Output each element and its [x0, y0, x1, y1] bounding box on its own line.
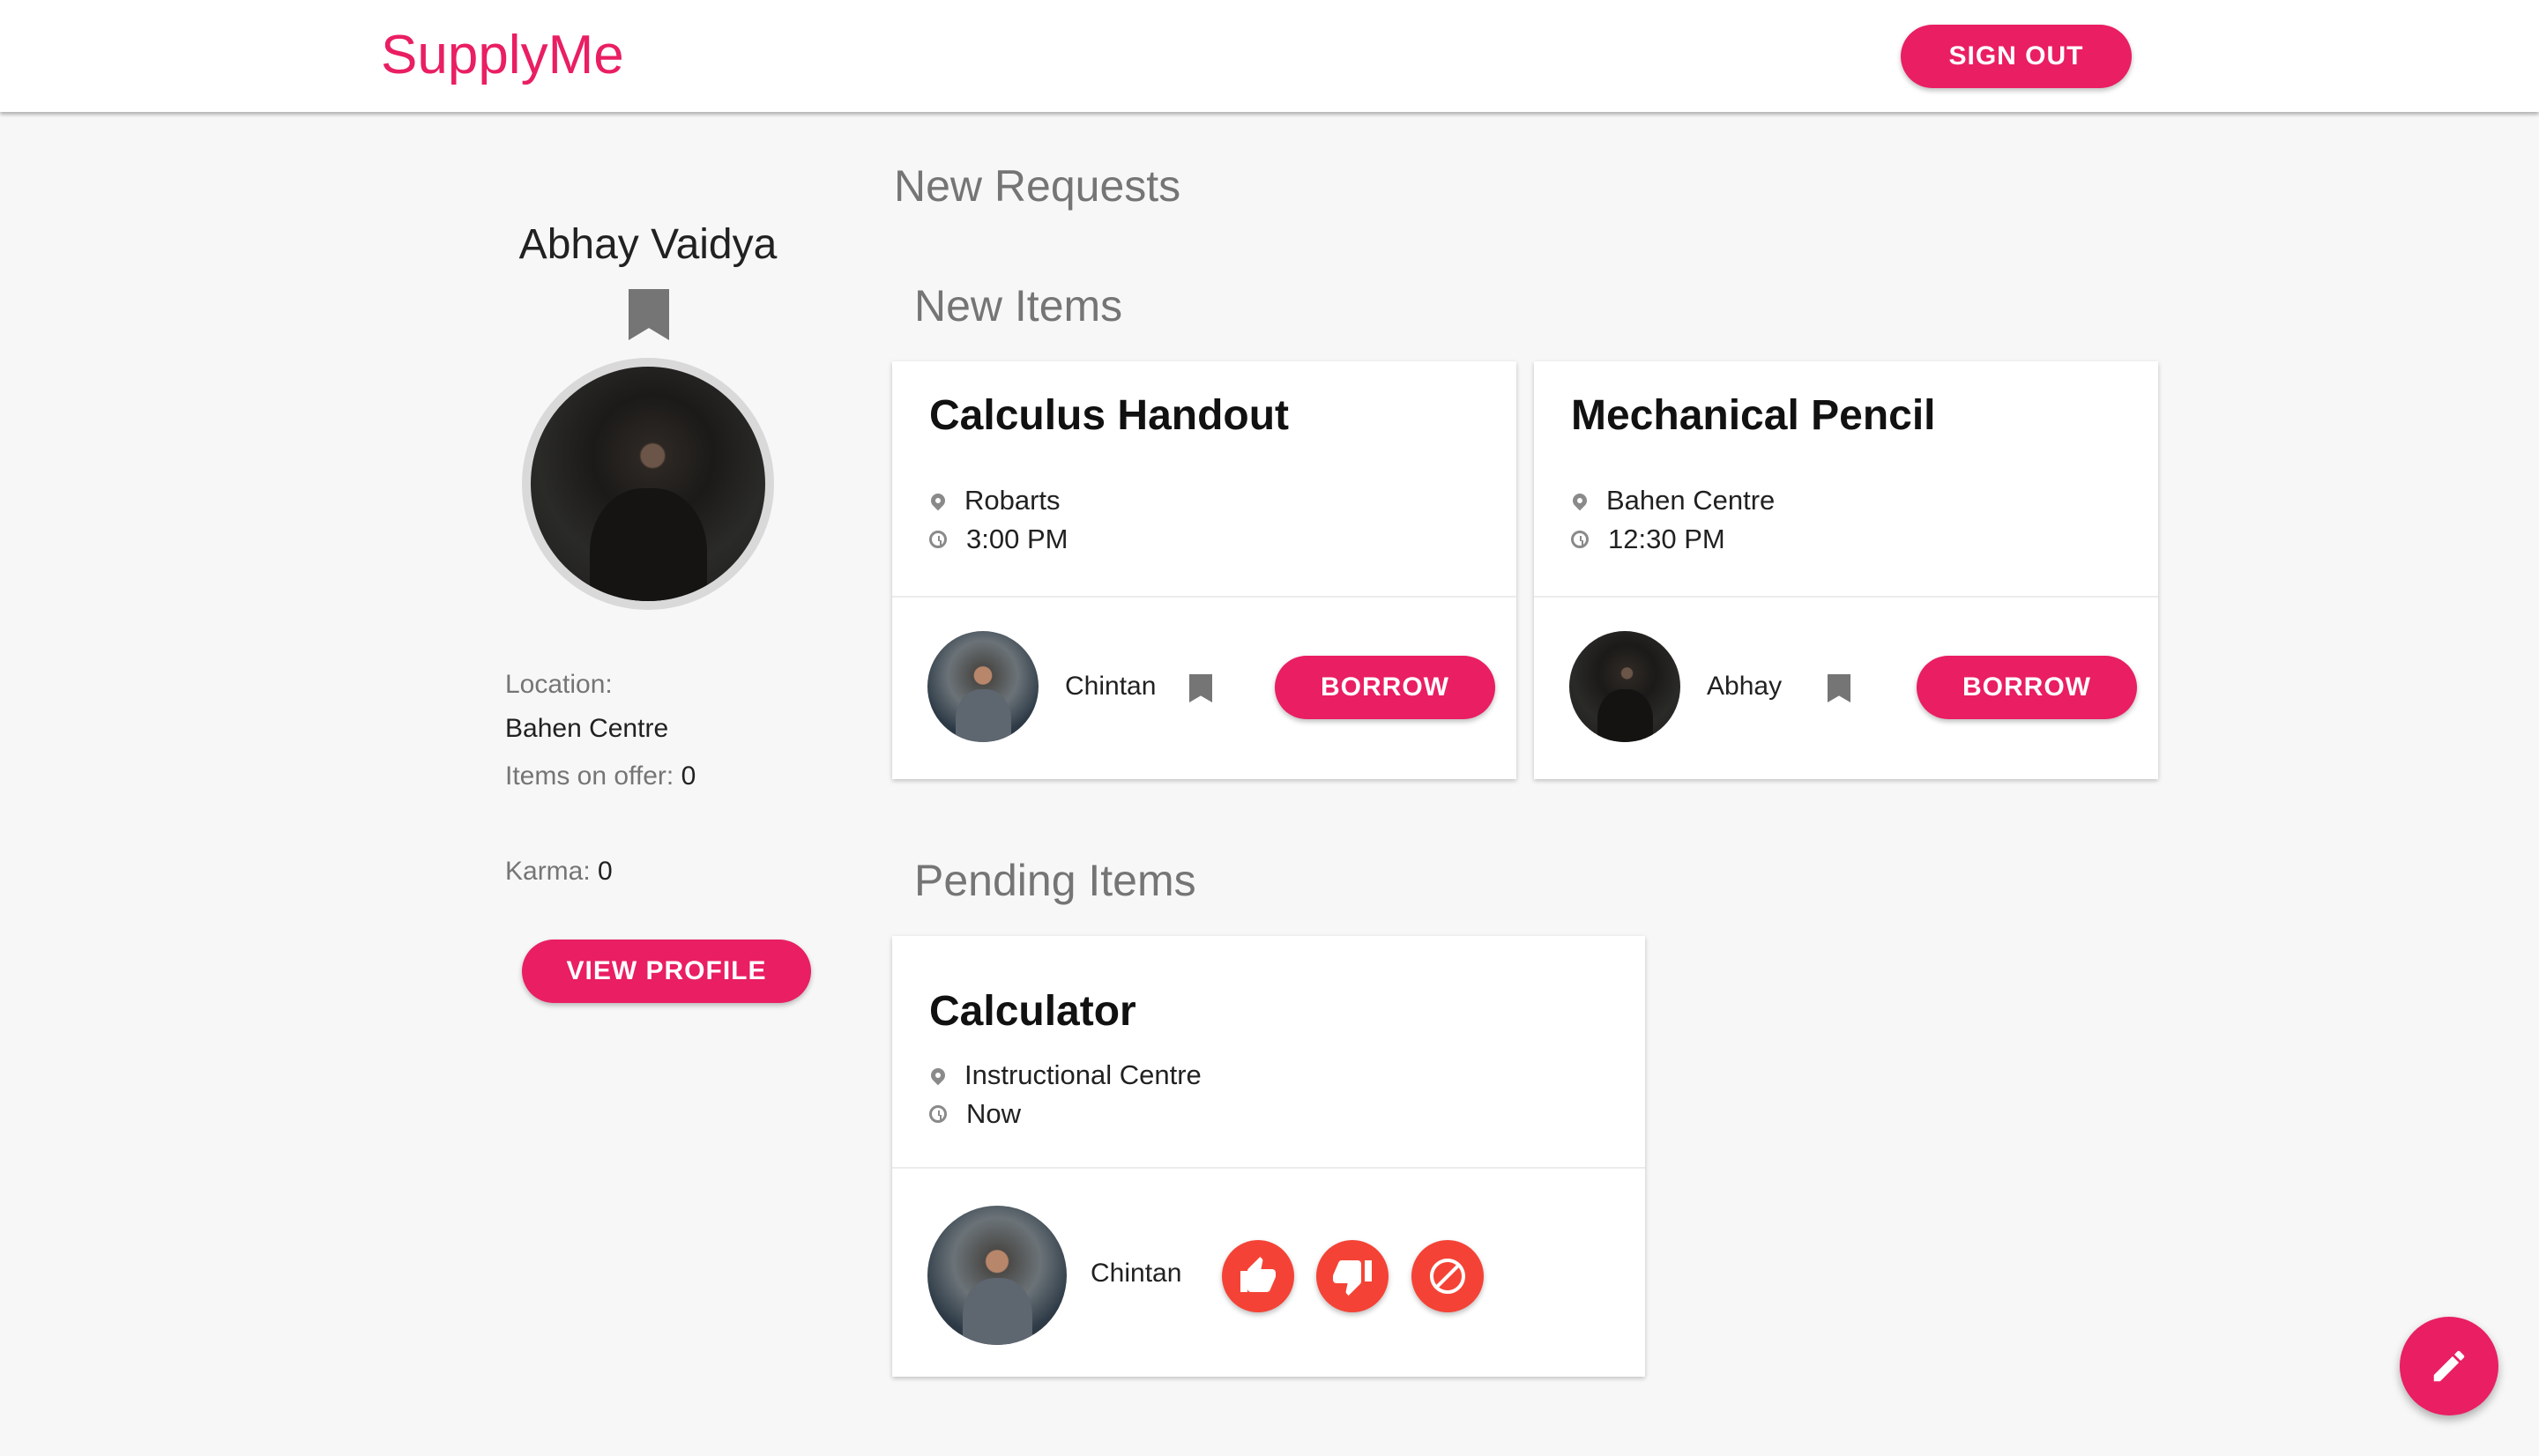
- karma-label: Karma:: [505, 857, 591, 886]
- owner-avatar[interactable]: [927, 631, 1039, 742]
- bookmark-icon[interactable]: [629, 289, 669, 340]
- item-location-text: Bahen Centre: [1606, 485, 1776, 516]
- edit-fab[interactable]: [2400, 1317, 2498, 1415]
- sign-out-button[interactable]: SIGN OUT: [1901, 25, 2132, 88]
- bookmark-icon[interactable]: [1828, 674, 1850, 702]
- profile-name: Abhay Vaidya: [518, 221, 778, 268]
- pencil-icon: [2433, 1350, 2465, 1382]
- karma-value: 0: [598, 857, 613, 886]
- location-value: Bahen Centre: [505, 714, 669, 743]
- map-pin-icon: [927, 490, 949, 511]
- owner-name: Abhay: [1707, 672, 1783, 701]
- owner-name: Chintan: [1065, 672, 1157, 701]
- bookmark-icon[interactable]: [1189, 674, 1212, 702]
- map-pin-icon: [927, 1065, 949, 1086]
- view-profile-button[interactable]: VIEW PROFILE: [522, 940, 811, 1003]
- clock-icon: [1571, 531, 1589, 548]
- pending-items-heading: Pending Items: [914, 856, 1196, 905]
- reject-button[interactable]: [1316, 1240, 1389, 1312]
- items-on-offer: Items on offer: 0: [505, 761, 696, 791]
- item-title: Calculator: [929, 988, 1136, 1035]
- thumbs-up-icon: [1240, 1257, 1276, 1292]
- card-divider: [892, 596, 1516, 598]
- card-divider: [892, 1167, 1645, 1169]
- items-on-offer-value: 0: [681, 761, 696, 791]
- item-title: Calculus Handout: [929, 392, 1290, 439]
- item-time: 12:30 PM: [1571, 524, 1725, 555]
- items-on-offer-label: Items on offer:: [505, 761, 674, 791]
- pending-item-card: Calculator Instructional Centre Now Chin…: [892, 936, 1645, 1377]
- item-card: Mechanical Pencil Bahen Centre 12:30 PM …: [1534, 361, 2158, 779]
- profile-avatar: [531, 367, 765, 601]
- borrow-button[interactable]: BORROW: [1917, 656, 2137, 719]
- owner-avatar[interactable]: [927, 1206, 1067, 1345]
- owner-avatar[interactable]: [1569, 631, 1680, 742]
- new-requests-heading: New Requests: [894, 161, 1181, 211]
- item-time-text: Now: [966, 1098, 1022, 1129]
- item-location: Instructional Centre: [927, 1059, 1202, 1091]
- karma: Karma: 0: [505, 857, 613, 887]
- borrow-button[interactable]: BORROW: [1275, 656, 1495, 719]
- location-label: Location:: [505, 670, 613, 699]
- item-location-text: Robarts: [964, 485, 1061, 516]
- item-location: Bahen Centre: [1569, 485, 1776, 516]
- item-time: 3:00 PM: [929, 524, 1068, 555]
- item-title: Mechanical Pencil: [1571, 392, 1936, 439]
- item-time-text: 12:30 PM: [1608, 524, 1725, 554]
- new-items-heading: New Items: [914, 281, 1123, 331]
- card-divider: [1534, 596, 2158, 598]
- map-pin-icon: [1569, 490, 1590, 511]
- brand-logo[interactable]: SupplyMe: [381, 21, 624, 90]
- owner-name: Chintan: [1091, 1259, 1182, 1288]
- approve-button[interactable]: [1222, 1240, 1294, 1312]
- item-time: Now: [929, 1098, 1021, 1130]
- item-location: Robarts: [927, 485, 1061, 516]
- item-time-text: 3:00 PM: [966, 524, 1068, 554]
- item-location-text: Instructional Centre: [964, 1059, 1202, 1090]
- thumbs-down-icon: [1333, 1260, 1372, 1296]
- clock-icon: [929, 1105, 947, 1123]
- cancel-button[interactable]: [1411, 1240, 1484, 1312]
- item-card: Calculus Handout Robarts 3:00 PM Chintan…: [892, 361, 1516, 779]
- app-header: SupplyMe SIGN OUT: [0, 0, 2539, 112]
- block-icon: [1430, 1259, 1465, 1294]
- clock-icon: [929, 531, 947, 548]
